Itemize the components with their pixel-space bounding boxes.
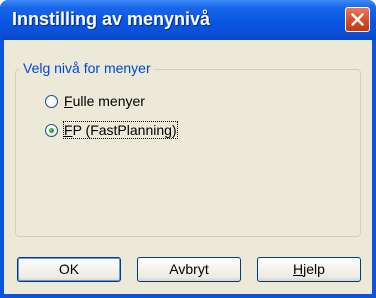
group-label: Velg nivå for menyer	[20, 60, 154, 76]
radio-full-menus[interactable]: Fulle menyer	[45, 92, 145, 110]
radio-selected-dot	[49, 127, 54, 133]
dialog-body: Velg nivå for menyer Fulle menyer FP (Fa…	[4, 40, 372, 294]
radio-button-selected[interactable]	[45, 123, 58, 137]
dialog-window: Innstilling av menynivå Velg nivå for me…	[0, 0, 376, 298]
radio-label: FP (FastPlanning)	[63, 121, 178, 139]
window-title: Innstilling av menynivå	[12, 9, 211, 29]
close-icon	[351, 13, 364, 26]
cancel-button[interactable]: Avbryt	[137, 257, 241, 282]
window-frame-bottom	[0, 294, 376, 298]
radio-fastplanning[interactable]: FP (FastPlanning)	[45, 121, 178, 139]
title-bar[interactable]: Innstilling av menynivå	[0, 0, 376, 40]
ok-button[interactable]: OK	[17, 257, 121, 282]
close-button[interactable]	[345, 7, 370, 32]
help-button[interactable]: Hjelp	[257, 257, 361, 282]
radio-label: Fulle menyer	[64, 93, 145, 109]
radio-button[interactable]	[45, 94, 58, 108]
